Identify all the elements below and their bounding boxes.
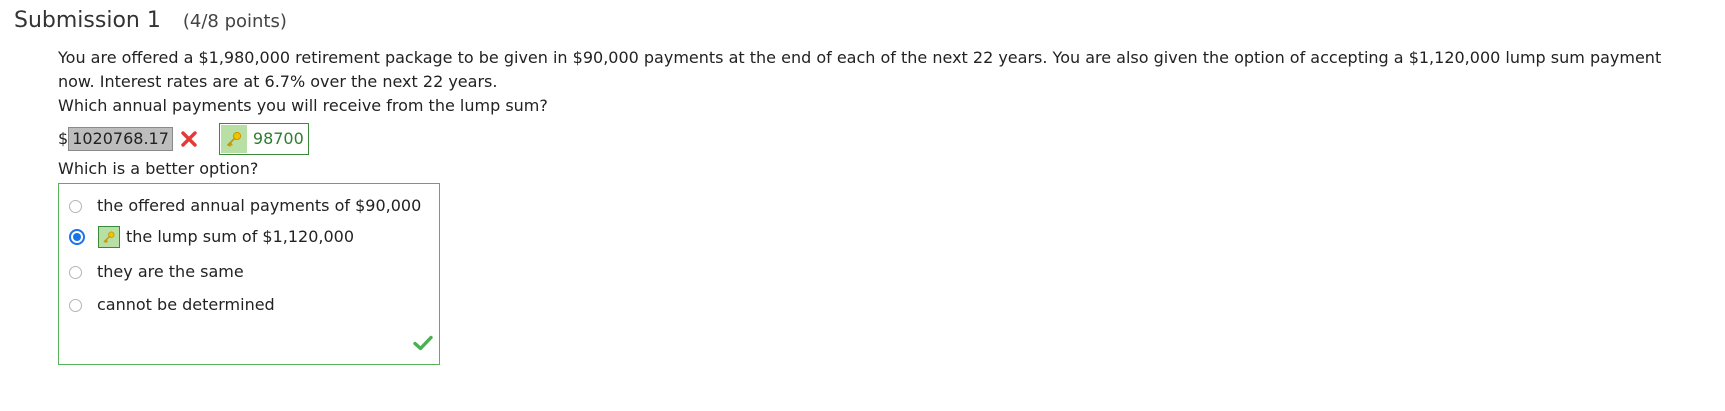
choice-annual-payments[interactable]: the offered annual payments of $90,000: [69, 194, 421, 218]
question-text-line1: You are offered a $1,980,000 retirement …: [58, 48, 1662, 67]
part2-prompt: Which is a better option?: [58, 159, 259, 178]
part1-answer-input[interactable]: 1020768.17: [68, 127, 173, 151]
choice-label: the offered annual payments of $90,000: [97, 196, 422, 215]
key-icon: [220, 125, 247, 153]
correct-answer-value: 98700: [252, 129, 304, 148]
x-mark-icon: [181, 131, 197, 147]
choice-label: they are the same: [97, 262, 244, 281]
submission-title: Submission 1: [14, 8, 161, 33]
choice-label: the lump sum of $1,120,000: [126, 227, 355, 246]
question-content: You are offered a $1,980,000 retirement …: [58, 46, 1718, 365]
choice-same[interactable]: they are the same: [69, 260, 244, 284]
question-text: You are offered a $1,980,000 retirement …: [58, 46, 1718, 94]
question-text-line2: now. Interest rates are at 6.7% over the…: [58, 72, 498, 91]
currency-symbol: $: [58, 129, 69, 148]
choice-cannot-determine[interactable]: cannot be determined: [69, 293, 275, 317]
radio-button[interactable]: [69, 298, 82, 312]
part1-prompt: Which annual payments you will receive f…: [58, 96, 548, 115]
radio-button[interactable]: [69, 265, 82, 279]
submission-header: Submission 1 (4/8 points): [14, 8, 287, 33]
choice-label: cannot be determined: [97, 295, 275, 314]
submission-points: (4/8 points): [182, 11, 287, 32]
multiple-choice-box: the offered annual payments of $90,000 t…: [58, 183, 440, 365]
choice-lump-sum[interactable]: the lump sum of $1,120,000: [69, 225, 354, 249]
key-icon: [98, 226, 120, 248]
check-mark-icon: [413, 334, 433, 358]
part1-answer-row: $ 1020768.17 98700: [58, 121, 1718, 157]
radio-button-selected[interactable]: [69, 229, 85, 245]
correct-answer-key[interactable]: 98700: [218, 123, 309, 155]
radio-button[interactable]: [69, 199, 82, 213]
